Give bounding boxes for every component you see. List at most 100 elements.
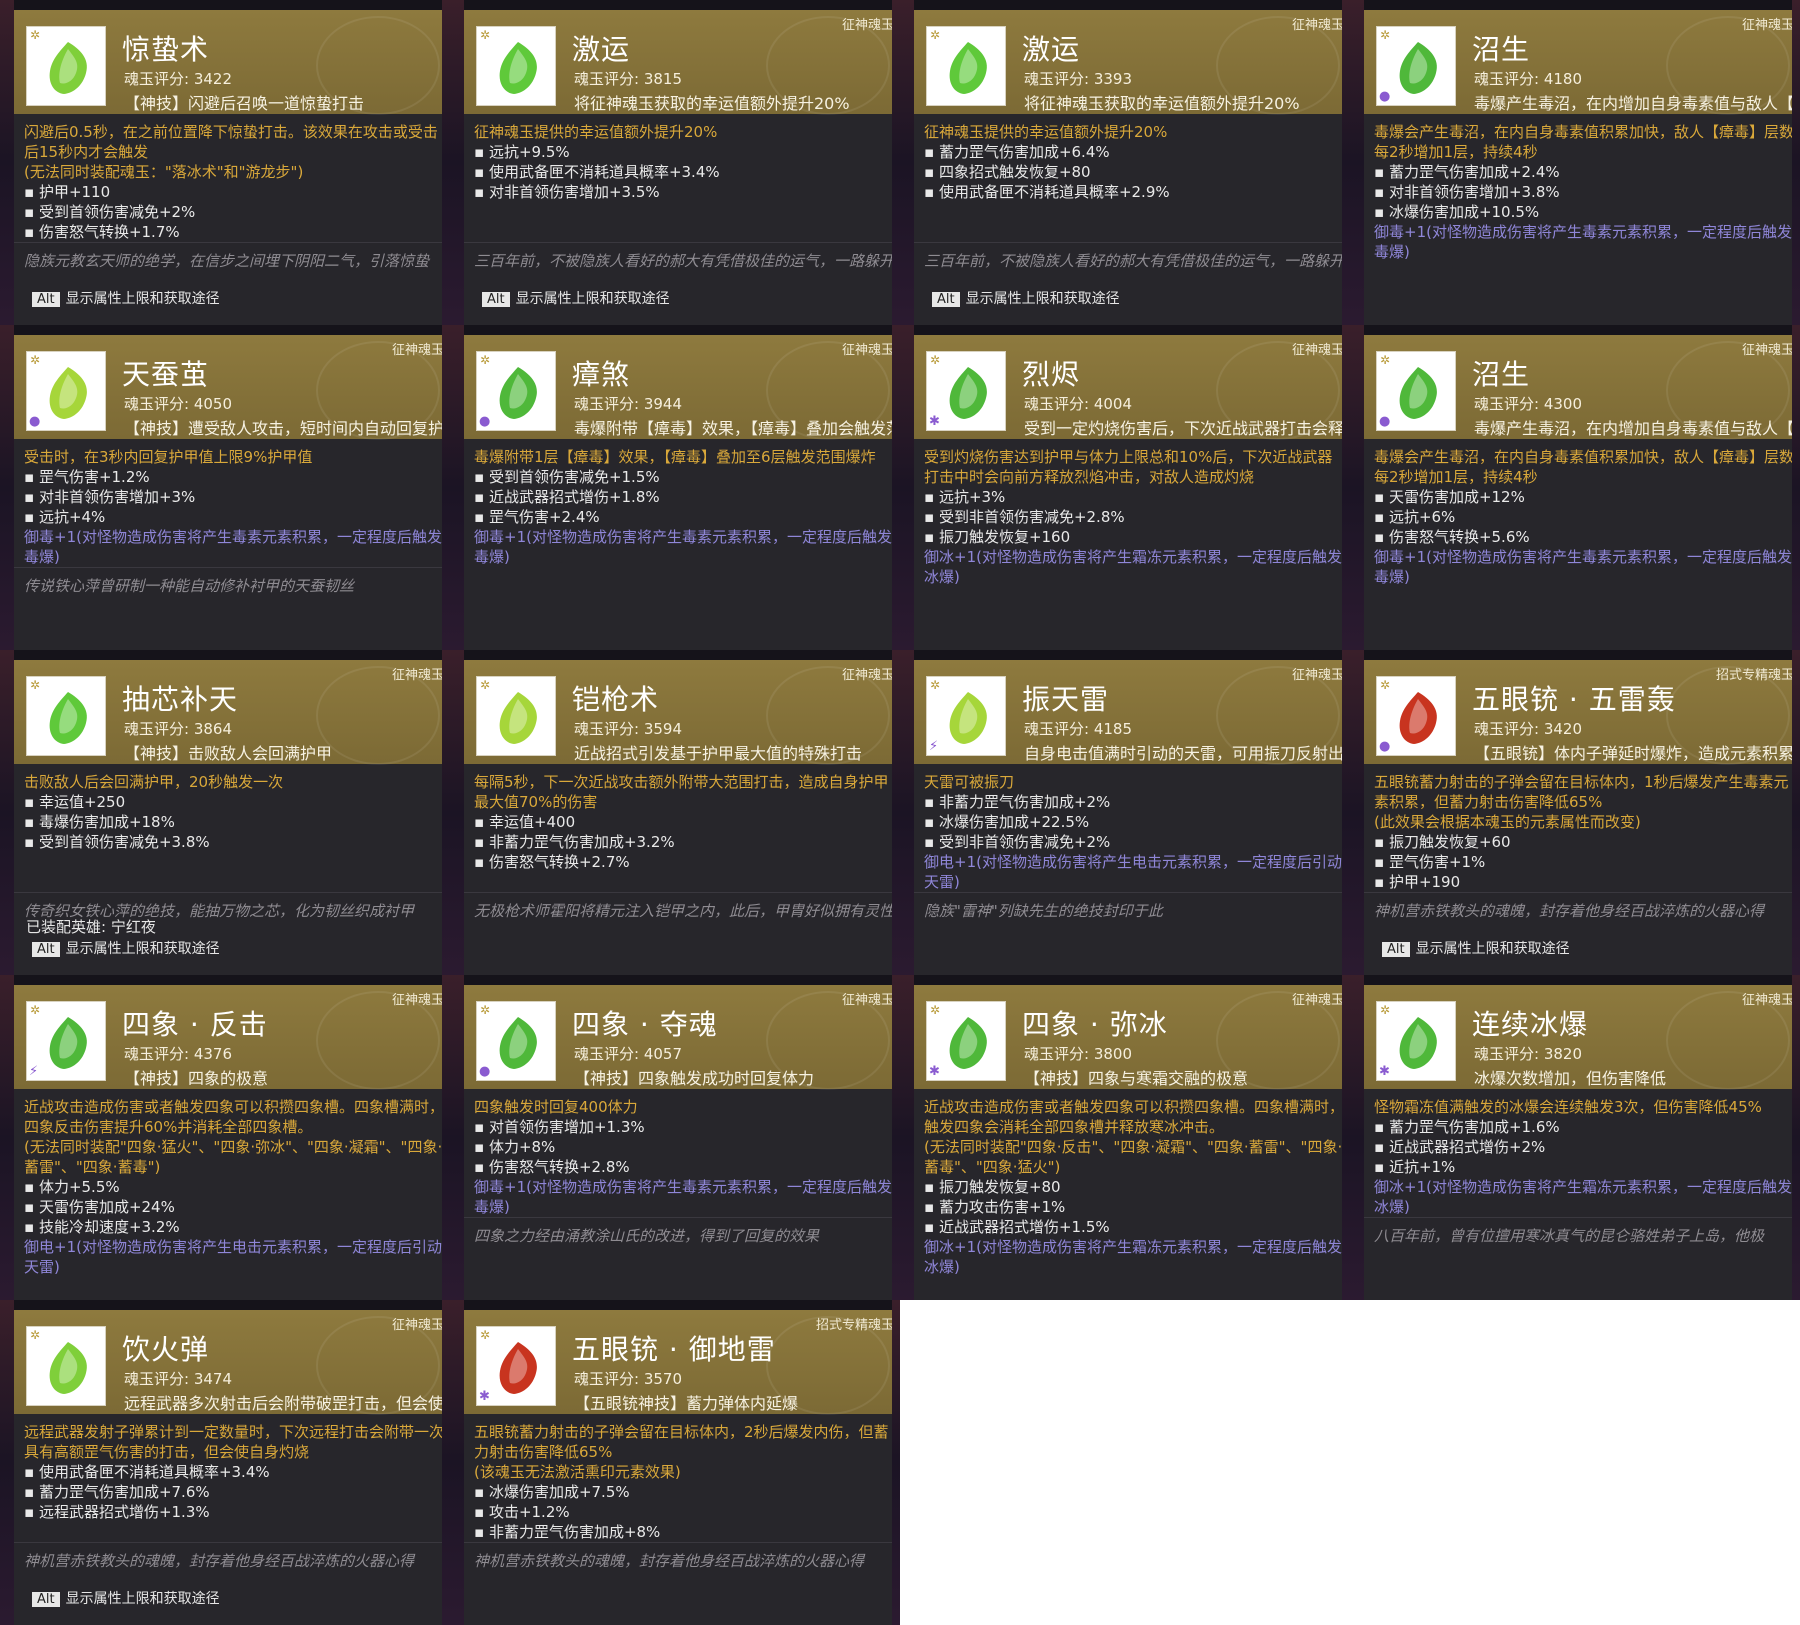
element-bonus-text: 御电+1(对怪物造成伤害将产生电击元素积累，一定程度后引动天雷): [24, 1238, 442, 1276]
stat-line: ▪ 非蓄力罡气伤害加成+8%: [474, 1523, 661, 1541]
tooltip-header: ✲ ● 征神魂玉 天蚕茧 魂玉评分: 4050 【神技】遭受敌人攻击，短时间内自动回复护甲…: [14, 335, 450, 440]
alt-hint[interactable]: Alt 显示属性上限和获取途径: [1382, 938, 1570, 958]
stat-text: 远抗+4%: [38, 508, 106, 526]
stat-line: ▪ 使用武备匣不消耗道具概率+3.4%: [24, 1463, 270, 1481]
stat-line: ▪ 近战武器招式增伤+1.5%: [924, 1218, 1110, 1236]
soul-jade-tooltip: ✲ ✱ 征神魂玉 连续冰爆 魂玉评分: 3820 冰爆次数增加，但伤害降低 怪物霜冻值满触发…: [1350, 975, 1800, 1300]
jade-type-tag: 征神魂玉: [841, 993, 894, 1008]
element-icon: ⚡: [929, 739, 939, 754]
alt-key: Alt: [32, 292, 60, 307]
effect-text: 天雷可被振刀: [924, 773, 1015, 791]
stat-line: ▪ 罡气伤害+2.4%: [474, 508, 600, 526]
jade-name: 惊蛰术: [122, 33, 210, 66]
star-icon: ✲: [930, 1003, 941, 1017]
effect-text: 四象触发时回复400体力: [474, 1098, 638, 1116]
tooltip-body: 近战攻击造成伤害或者触发四象可以积攒四象槽。四象槽满时，四象反击伤害提升60%并…: [24, 1097, 444, 1277]
alt-hint-text: 显示属性上限和获取途径: [65, 941, 220, 957]
jade-score: 魂玉评分: 4300: [1474, 395, 1582, 413]
tooltip-body: 五眼铳蓄力射击的子弹会留在目标体内，1秒后爆发产生毒素元素积累，但蓄力射击伤害降…: [1374, 772, 1794, 892]
stat-line: ▪ 冰爆伤害加成+10.5%: [1374, 203, 1540, 221]
stat-text: 冰爆伤害加成+7.5%: [488, 1483, 630, 1501]
soul-jade-icon: ✲ ●: [1376, 26, 1456, 106]
tooltip-body: 天雷可被振刀 ▪ 非蓄力罡气伤害加成+2% ▪ 冰爆伤害加成+22.5% ▪ 受到非首…: [924, 772, 1344, 892]
jade-score: 魂玉评分: 3864: [124, 720, 232, 738]
flavor-line: 四象之力经由涌教涂山氏的改进，得到了回复的效果: [474, 1227, 820, 1245]
flavor-text: 神机营赤铁教头的魂魄，封存着他身经百战淬炼的火器心得: [464, 1542, 900, 1589]
alt-hint[interactable]: Alt 显示属性上限和获取途径: [32, 938, 220, 958]
stat-line: ▪ 对非首领伤害增加+3%: [24, 488, 196, 506]
stat-text: 体力+8%: [488, 1138, 556, 1156]
jade-score: 魂玉评分: 3420: [1474, 720, 1582, 738]
stat-line: ▪ 远抗+3%: [924, 488, 1006, 506]
stat-line: ▪ 受到首领伤害减免+3.8%: [24, 833, 210, 851]
stat-text: 蓄力罡气伤害加成+7.6%: [38, 1483, 210, 1501]
stat-text: 对非首领伤害增加+3%: [38, 488, 196, 506]
jade-score: 魂玉评分: 4050: [124, 395, 232, 413]
stat-line: ▪ 对首领伤害增加+1.3%: [474, 1118, 645, 1136]
stat-line: ▪ 幸运值+250: [24, 793, 126, 811]
stat-text: 护甲+190: [1388, 873, 1461, 891]
flavor-line: 神机营赤铁教头的魂魄，封存着他身经百战淬炼的火器心得: [24, 1552, 415, 1570]
stat-text: 幸运值+400: [488, 813, 576, 831]
jade-type-tag: 征神魂玉: [1291, 343, 1344, 358]
flavor-text: 四象之力经由涌教涂山氏的改进，得到了回复的效果: [464, 1217, 900, 1264]
stat-text: 天雷伤害加成+24%: [38, 1198, 175, 1216]
jade-skill: 将征神魂玉获取的幸运值额外提升20%: [1024, 94, 1300, 113]
alt-hint-text: 显示属性上限和获取途径: [515, 291, 670, 307]
element-bonus-text: 御冰+1(对怪物造成伤害将产生霜冻元素积累，一定程度后触发冰爆): [924, 548, 1342, 586]
alt-hint[interactable]: Alt 显示属性上限和获取途径: [32, 1588, 220, 1608]
alt-hint[interactable]: Alt 显示属性上限和获取途径: [482, 288, 670, 308]
stat-line: ▪ 远程武器招式增伤+1.3%: [24, 1503, 210, 1521]
tooltip-header: ✲ ⚡ 征神魂玉 四象 · 反击 魂玉评分: 4376 【神技】四象的极意: [14, 985, 450, 1090]
jade-type-tag: 征神魂玉: [841, 343, 894, 358]
jade-type-tag: 招式专精魂玉: [1715, 668, 1794, 683]
stat-text: 蓄力罡气伤害加成+2.4%: [1388, 163, 1560, 181]
effect-text: 闪避后0.5秒，在之前位置降下惊蛰打击。该效果在攻击或受击后15秒内才会触发: [24, 123, 438, 161]
soul-jade-tooltip: ✲●征神魂玉瘴煞魂玉评分: 3944毒爆附带【瘴毒】效果，【瘴毒】叠加会触发范围…: [450, 325, 900, 650]
stat-text: 对非首领伤害增加+3.8%: [1388, 183, 1560, 201]
jade-skill: 毒爆附带【瘴毒】效果，【瘴毒】叠加会触发范围打击: [574, 419, 900, 438]
tooltip-body: 征神魂玉提供的幸运值额外提升20% ▪ 远抗+9.5% ▪ 使用武备匣不消耗道具概率…: [474, 122, 894, 202]
tooltip-header: ✲ 征神魂玉 激运 魂玉评分: 3393 将征神魂玉获取的幸运值额外提升20%: [914, 10, 1350, 115]
stat-line: ▪ 蓄力罡气伤害加成+7.6%: [24, 1483, 210, 1501]
stat-line: ▪ 对非首领伤害增加+3.8%: [1374, 183, 1560, 201]
tooltip-card: ✲✱征神魂玉烈烬魂玉评分: 4004受到一定灼烧伤害后，下次近战武器打击会释放烈…: [914, 335, 1350, 650]
stat-text: 受到首领伤害减免+3.8%: [38, 833, 210, 851]
stat-text: 远抗+3%: [938, 488, 1006, 506]
effect-text: 近战攻击造成伤害或者触发四象可以积攒四象槽。四象槽满时，四象反击伤害提升60%并…: [24, 1098, 445, 1136]
alt-hint[interactable]: Alt 显示属性上限和获取途径: [32, 288, 220, 308]
jade-skill: 毒爆产生毒沼，在内增加自身毒素值与敌人【瘴毒】层数: [1474, 419, 1800, 438]
jade-name: 瘴煞: [572, 358, 631, 391]
star-icon: ✲: [30, 353, 41, 367]
stat-text: 罡气伤害+1.2%: [38, 468, 150, 486]
stat-line: ▪ 罡气伤害+1.2%: [24, 468, 150, 486]
stat-text: 天雷伤害加成+12%: [1388, 488, 1525, 506]
star-icon: ✲: [30, 1328, 41, 1342]
element-bonus-text: 御毒+1(对怪物造成伤害将产生毒素元素积累，一定程度后触发毒爆): [474, 1178, 892, 1216]
flavor-line: 神机营赤铁教头的魂魄，封存着他身经百战淬炼的火器心得: [474, 1552, 865, 1570]
stat-line: ▪ 伤害怒气转换+5.6%: [1374, 528, 1530, 546]
jade-skill: 毒爆产生毒沼，在内增加自身毒素值与敌人【瘴毒】层数: [1474, 94, 1800, 113]
stat-line: ▪ 近战武器招式增伤+2%: [1374, 1138, 1546, 1156]
soul-jade-icon: ✲: [476, 676, 556, 756]
alt-hint-text: 显示属性上限和获取途径: [65, 1591, 220, 1607]
stat-text: 蓄力罡气伤害加成+1.6%: [1388, 1118, 1560, 1136]
soul-jade-grid: ✲ 惊蛰术 魂玉评分: 3422 【神技】闪避后召唤一道惊蛰打击 闪避后0.5秒，在之前…: [0, 0, 1800, 1625]
alt-hint[interactable]: Alt 显示属性上限和获取途径: [932, 288, 1120, 308]
soul-jade-icon: ✲: [26, 1326, 106, 1406]
stat-line: ▪ 使用武备匣不消耗道具概率+2.9%: [924, 183, 1170, 201]
stat-text: 近战武器招式增伤+1.5%: [938, 1218, 1110, 1236]
tooltip-card: ✲ ✱ 征神魂玉 四象 · 弥冰 魂玉评分: 3800 【神技】四象与寒霜交融的极意 近战攻…: [914, 985, 1350, 1300]
flavor-text: 隐族"雷神"列缺先生的绝技封印于此: [914, 892, 1350, 939]
flavor-line: 传说铁心萍曾研制一种能自动修补衬甲的天蚕韧丝: [24, 577, 355, 595]
effect-text: 近战攻击造成伤害或者触发四象可以积攒四象槽。四象槽满时，触发四象会消耗全部四象槽…: [924, 1098, 1345, 1136]
tooltip-body: 近战攻击造成伤害或者触发四象可以积攒四象槽。四象槽满时，触发四象会消耗全部四象槽…: [924, 1097, 1344, 1277]
jade-score: 魂玉评分: 3393: [1024, 70, 1132, 88]
stat-line: ▪ 体力+5.5%: [24, 1178, 120, 1196]
tooltip-header: ✲●征神魂玉沼生魂玉评分: 4300毒爆产生毒沼，在内增加自身毒素值与敌人【瘴毒…: [1364, 335, 1800, 440]
soul-jade-icon: ✲ ✱: [1376, 1001, 1456, 1081]
soul-jade-icon: ✲ ⚡: [926, 676, 1006, 756]
stat-line: ▪ 振刀触发恢复+80: [924, 1178, 1061, 1196]
effect-text: 征神魂玉提供的幸运值额外提升20%: [474, 123, 718, 141]
stat-text: 受到非首领伤害减免+2%: [938, 833, 1111, 851]
